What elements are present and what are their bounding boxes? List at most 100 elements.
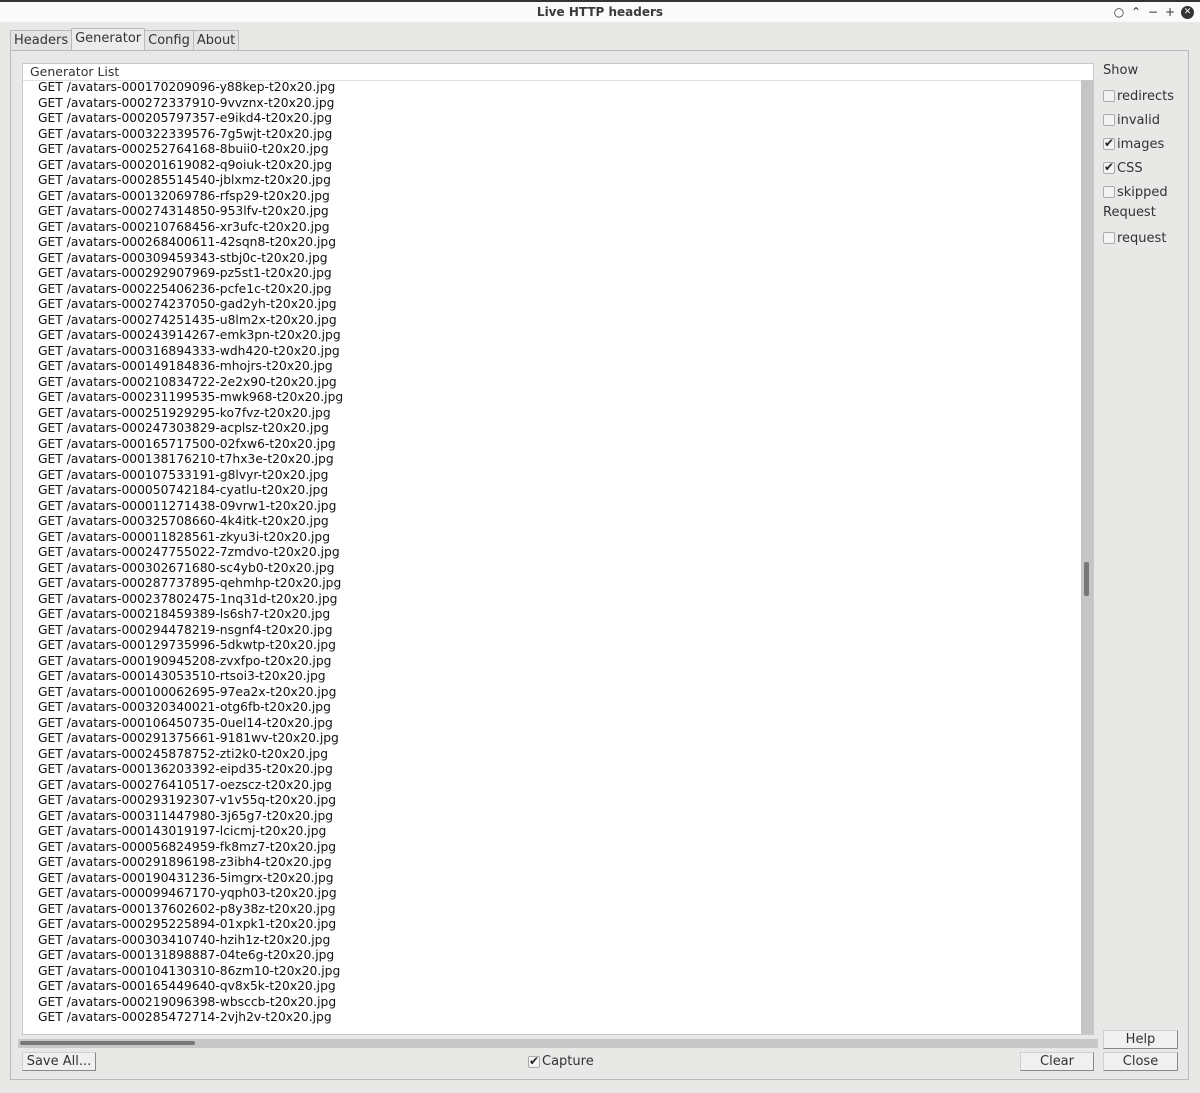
checkbox-icon[interactable] xyxy=(1103,90,1115,102)
list-item[interactable]: GET /avatars-000056824959-fk8mz7-t20x20.… xyxy=(23,840,1081,856)
list-item[interactable]: GET /avatars-000272337910-9vvznx-t20x20.… xyxy=(23,96,1081,112)
list-item[interactable]: GET /avatars-000291375661-9181wv-t20x20.… xyxy=(23,731,1081,747)
list-item[interactable]: GET /avatars-000302671680-sc4yb0-t20x20.… xyxy=(23,561,1081,577)
list-item[interactable]: GET /avatars-000293192307-v1v55q-t20x20.… xyxy=(23,793,1081,809)
list-item[interactable]: GET /avatars-000292907969-pz5st1-t20x20.… xyxy=(23,266,1081,282)
list-item[interactable]: GET /avatars-000165449640-qv8x5k-t20x20.… xyxy=(23,979,1081,995)
checkbox-label: invalid xyxy=(1117,112,1160,128)
list-item[interactable]: GET /avatars-000210768456-xr3ufc-t20x20.… xyxy=(23,220,1081,236)
list-item[interactable]: GET /avatars-000225406236-pcfe1c-t20x20.… xyxy=(23,282,1081,298)
checkmark-icon[interactable] xyxy=(1103,160,1115,174)
list-item[interactable]: GET /avatars-000325708660-4k4itk-t20x20.… xyxy=(23,514,1081,530)
list-item[interactable]: GET /avatars-000170209096-y88kep-t20x20.… xyxy=(23,80,1081,96)
checkbox-css[interactable]: CSS xyxy=(1103,156,1198,180)
tab-config[interactable]: Config xyxy=(144,30,194,52)
list-item[interactable]: GET /avatars-000050742184-cyatlu-t20x20.… xyxy=(23,483,1081,499)
list-item[interactable]: GET /avatars-000285472714-2vjh2v-t20x20.… xyxy=(23,1010,1081,1026)
checkmark-icon[interactable] xyxy=(528,1054,540,1068)
list-item[interactable]: GET /avatars-000138176210-t7hx3e-t20x20.… xyxy=(23,452,1081,468)
list-item[interactable]: GET /avatars-000129735996-5dkwtp-t20x20.… xyxy=(23,638,1081,654)
checkbox-skipped[interactable]: skipped xyxy=(1103,180,1198,204)
list-item[interactable]: GET /avatars-000320340021-otg6fb-t20x20.… xyxy=(23,700,1081,716)
list-item[interactable]: GET /avatars-000295225894-01xpk1-t20x20.… xyxy=(23,917,1081,933)
list-item[interactable]: GET /avatars-000131898887-04te6g-t20x20.… xyxy=(23,948,1081,964)
clear-button[interactable]: Clear xyxy=(1020,1052,1094,1071)
list-item[interactable]: GET /avatars-000100062695-97ea2x-t20x20.… xyxy=(23,685,1081,701)
list-item[interactable]: GET /avatars-000165717500-02fxw6-t20x20.… xyxy=(23,437,1081,453)
checkbox-redirects[interactable]: redirects xyxy=(1103,84,1198,108)
list-item[interactable]: GET /avatars-000237802475-1nq31d-t20x20.… xyxy=(23,592,1081,608)
list-item[interactable]: GET /avatars-000143019197-lcicmj-t20x20.… xyxy=(23,824,1081,840)
tab-headers[interactable]: Headers xyxy=(10,30,73,52)
list-item[interactable]: GET /avatars-000291896198-z3ibh4-t20x20.… xyxy=(23,855,1081,871)
window-controls: ○ ⌃ − + ✕ xyxy=(1113,5,1194,19)
checkbox-icon[interactable] xyxy=(1103,232,1115,244)
list-item[interactable]: GET /avatars-000274314850-953lfv-t20x20.… xyxy=(23,204,1081,220)
list-item[interactable]: GET /avatars-000294478219-nsgnf4-t20x20.… xyxy=(23,623,1081,639)
title-bar[interactable]: Live HTTP headers ○ ⌃ − + ✕ xyxy=(0,0,1200,22)
list-item[interactable]: GET /avatars-000247755022-7zmdvo-t20x20.… xyxy=(23,545,1081,561)
generator-list[interactable]: Generator List GET /avatars-000170209096… xyxy=(22,63,1094,1035)
shade-icon[interactable]: ⌃ xyxy=(1130,5,1142,19)
close-icon[interactable]: ✕ xyxy=(1181,5,1194,19)
list-item[interactable]: GET /avatars-000205797357-e9ikd4-t20x20.… xyxy=(23,111,1081,127)
list-item[interactable]: GET /avatars-000099467170-yqph03-t20x20.… xyxy=(23,886,1081,902)
list-item[interactable]: GET /avatars-000201619082-q9oiuk-t20x20.… xyxy=(23,158,1081,174)
capture-checkbox[interactable]: Capture xyxy=(528,1054,594,1069)
minimize-icon[interactable]: − xyxy=(1147,5,1159,19)
list-item[interactable]: GET /avatars-000276410517-oezscz-t20x20.… xyxy=(23,778,1081,794)
list-item[interactable]: GET /avatars-000287737895-qehmhp-t20x20.… xyxy=(23,576,1081,592)
tab-generator[interactable]: Generator xyxy=(71,28,146,52)
list-item[interactable]: GET /avatars-000311447980-3j65g7-t20x20.… xyxy=(23,809,1081,825)
list-item[interactable]: GET /avatars-000190431236-5imgrx-t20x20.… xyxy=(23,871,1081,887)
list-item[interactable]: GET /avatars-000252764168-8buii0-t20x20.… xyxy=(23,142,1081,158)
pin-icon[interactable]: ○ xyxy=(1113,5,1125,19)
vertical-scrollbar[interactable] xyxy=(1081,80,1093,1034)
list-item[interactable]: GET /avatars-000274251435-u8lm2x-t20x20.… xyxy=(23,313,1081,329)
list-item[interactable]: GET /avatars-000137602602-p8y38z-t20x20.… xyxy=(23,902,1081,918)
checkbox-request[interactable]: request xyxy=(1103,226,1198,250)
horizontal-scrollbar-thumb[interactable] xyxy=(20,1041,195,1045)
horizontal-scrollbar[interactable] xyxy=(18,1039,1098,1048)
maximize-icon[interactable]: + xyxy=(1164,5,1176,19)
list-item[interactable]: GET /avatars-000149184836-mhojrs-t20x20.… xyxy=(23,359,1081,375)
list-item[interactable]: GET /avatars-000322339576-7g5wjt-t20x20.… xyxy=(23,127,1081,143)
generator-list-header[interactable]: Generator List xyxy=(23,64,1093,81)
list-item[interactable]: GET /avatars-000316894333-wdh420-t20x20.… xyxy=(23,344,1081,360)
save-all-button[interactable]: Save All... xyxy=(22,1052,96,1071)
list-item[interactable]: GET /avatars-000106450735-0uel14-t20x20.… xyxy=(23,716,1081,732)
list-item[interactable]: GET /avatars-000218459389-ls6sh7-t20x20.… xyxy=(23,607,1081,623)
list-item[interactable]: GET /avatars-000132069786-rfsp29-t20x20.… xyxy=(23,189,1081,205)
tab-about[interactable]: About xyxy=(192,30,240,52)
list-item[interactable]: GET /avatars-000247303829-acplsz-t20x20.… xyxy=(23,421,1081,437)
list-item[interactable]: GET /avatars-000190945208-zvxfpo-t20x20.… xyxy=(23,654,1081,670)
list-item[interactable]: GET /avatars-000251929295-ko7fvz-t20x20.… xyxy=(23,406,1081,422)
checkbox-invalid[interactable]: invalid xyxy=(1103,108,1198,132)
list-item[interactable]: GET /avatars-000011271438-09vrw1-t20x20.… xyxy=(23,499,1081,515)
vertical-scrollbar-thumb[interactable] xyxy=(1084,562,1089,596)
list-item[interactable]: GET /avatars-000268400611-42sqn8-t20x20.… xyxy=(23,235,1081,251)
checkbox-icon[interactable] xyxy=(1103,186,1115,198)
list-item[interactable]: GET /avatars-000231199535-mwk968-t20x20.… xyxy=(23,390,1081,406)
checkbox-label: request xyxy=(1117,230,1167,246)
list-item[interactable]: GET /avatars-000245878752-zti2k0-t20x20.… xyxy=(23,747,1081,763)
list-item[interactable]: GET /avatars-000285514540-jblxmz-t20x20.… xyxy=(23,173,1081,189)
checkbox-icon[interactable] xyxy=(1103,114,1115,126)
help-button[interactable]: Help xyxy=(1103,1030,1178,1049)
list-item[interactable]: GET /avatars-000136203392-eipd35-t20x20.… xyxy=(23,762,1081,778)
checkbox-images[interactable]: images xyxy=(1103,132,1198,156)
list-item[interactable]: GET /avatars-000210834722-2e2x90-t20x20.… xyxy=(23,375,1081,391)
list-item[interactable]: GET /avatars-000303410740-hzih1z-t20x20.… xyxy=(23,933,1081,949)
checkmark-icon[interactable] xyxy=(1103,136,1115,150)
list-item[interactable]: GET /avatars-000243914267-emk3pn-t20x20.… xyxy=(23,328,1081,344)
tab-bar: Headers Generator Config About xyxy=(10,28,240,52)
list-item[interactable]: GET /avatars-000143053510-rtsoi3-t20x20.… xyxy=(23,669,1081,685)
list-item[interactable]: GET /avatars-000104130310-86zm10-t20x20.… xyxy=(23,964,1081,980)
list-item[interactable]: GET /avatars-000107533191-g8lvyr-t20x20.… xyxy=(23,468,1081,484)
close-button[interactable]: Close xyxy=(1103,1052,1178,1071)
list-item[interactable]: GET /avatars-000274237050-gad2yh-t20x20.… xyxy=(23,297,1081,313)
list-item[interactable]: GET /avatars-000309459343-stbj0c-t20x20.… xyxy=(23,251,1081,267)
checkbox-label: skipped xyxy=(1117,184,1168,200)
list-item[interactable]: GET /avatars-000219096398-wbsccb-t20x20.… xyxy=(23,995,1081,1011)
list-item[interactable]: GET /avatars-000011828561-zkyu3i-t20x20.… xyxy=(23,530,1081,546)
